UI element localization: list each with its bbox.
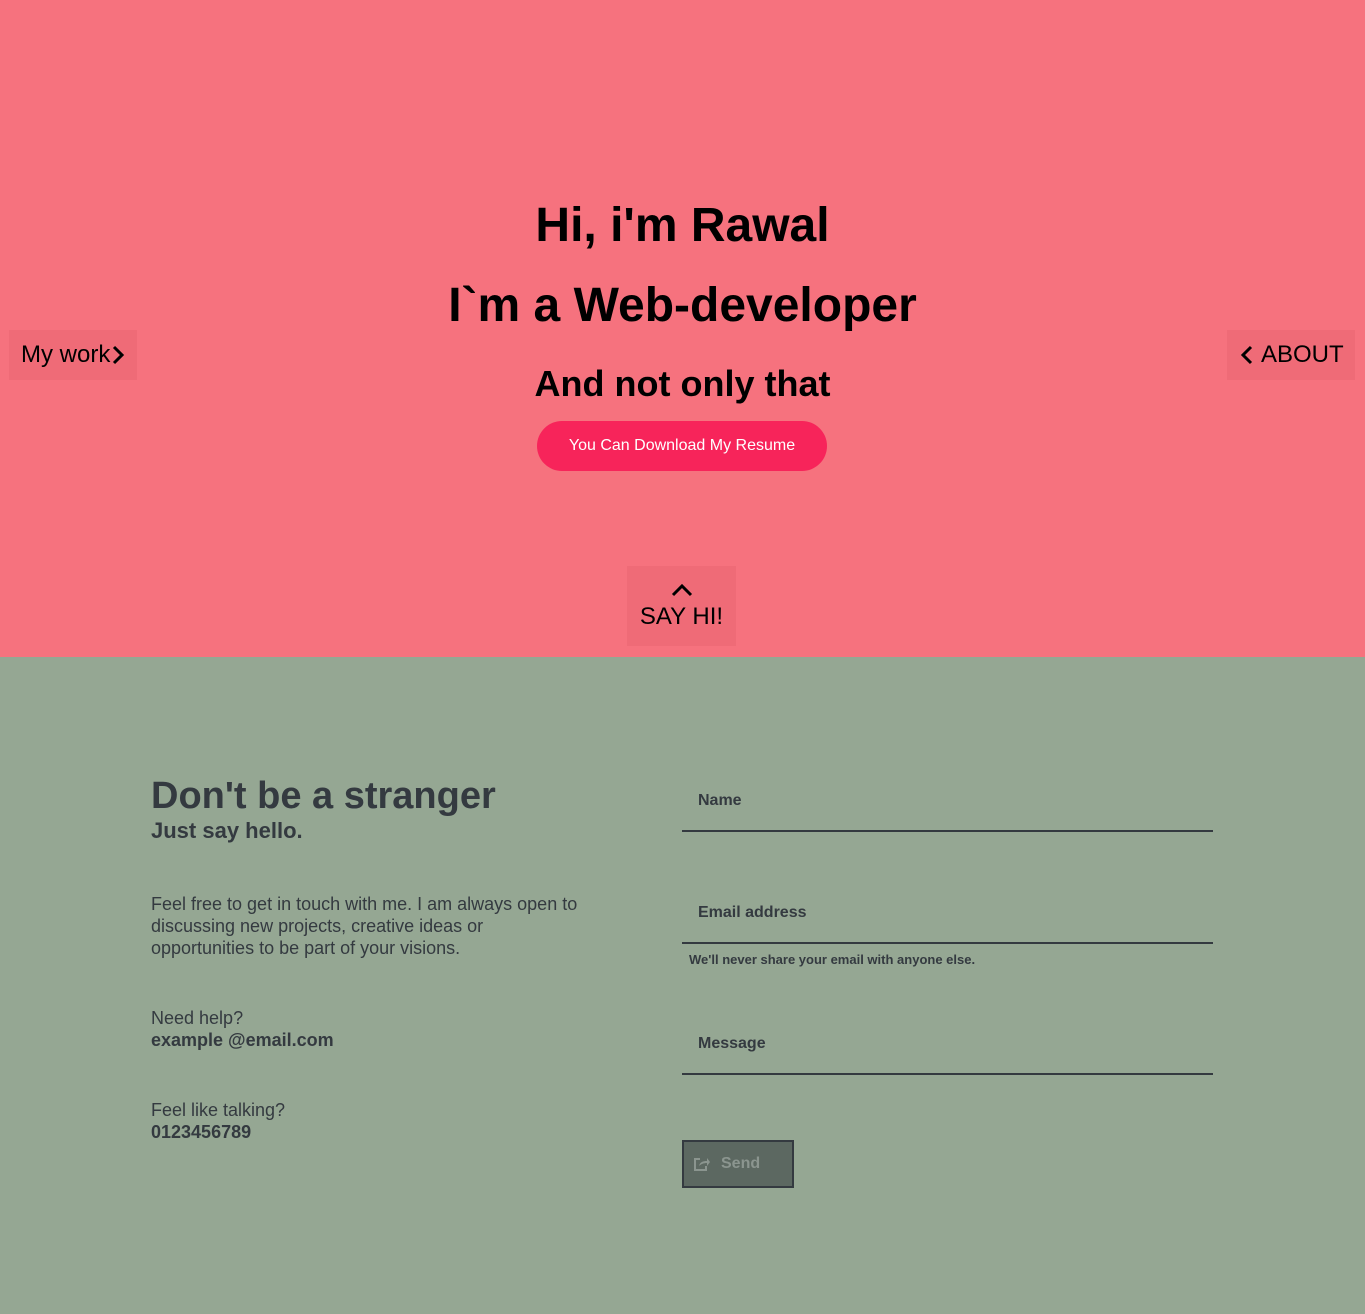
contact-section: Don't be a stranger Just say hello. Feel… [0, 657, 1365, 1314]
help-label: Need help? [151, 1008, 244, 1028]
hero-section: My work Hi, i'm Rawal I`m a Web-develope… [0, 0, 1365, 657]
contact-intro: Feel free to get in touch with me. I am … [151, 894, 578, 958]
talk-label: Feel like talking? [151, 1100, 286, 1120]
contact-phone[interactable]: 0123456789 [151, 1121, 251, 1143]
role-heading: I`m a Web-developer [448, 279, 917, 332]
say-hi-button[interactable]: SAY HI! [627, 566, 736, 646]
name-placeholder: Name [698, 792, 742, 809]
share-icon [694, 1158, 710, 1171]
contact-heading: Don't be a stranger [151, 775, 496, 817]
greeting-heading: Hi, i'm Rawal [535, 199, 830, 252]
email-field[interactable]: Email address [682, 884, 1213, 944]
tagline-heading: And not only that [534, 363, 831, 404]
say-hi-label: SAY HI! [639, 603, 724, 630]
send-button[interactable]: Send [682, 1140, 794, 1188]
about-label: ABOUT [1261, 341, 1344, 368]
contact-email[interactable]: example @email.com [151, 1029, 334, 1051]
email-hint: We'll never share your email with anyone… [689, 952, 976, 967]
name-field[interactable]: Name [682, 772, 1213, 832]
about-link[interactable]: ABOUT [1227, 330, 1355, 380]
chevron-left-icon [1239, 344, 1255, 366]
download-resume-button[interactable]: You Can Download My Resume [537, 421, 827, 471]
send-label: Send [721, 1155, 761, 1172]
message-placeholder: Message [698, 1035, 766, 1052]
message-field[interactable]: Message [682, 1015, 1213, 1075]
contact-subheading: Just say hello. [151, 818, 303, 843]
email-placeholder: Email address [698, 904, 807, 921]
chevron-up-icon [671, 583, 693, 597]
